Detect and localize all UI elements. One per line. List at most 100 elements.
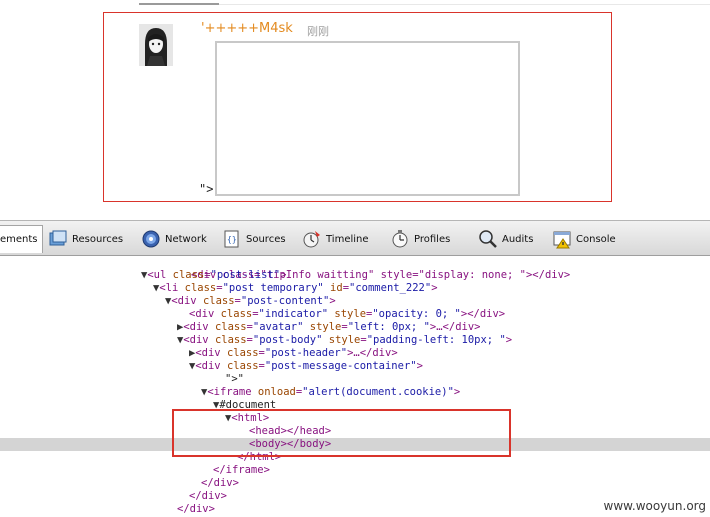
tab-audits[interactable]: Audits: [478, 228, 533, 250]
tree-node[interactable]: </iframe>: [0, 464, 710, 477]
node-tag: </div>: [201, 477, 239, 489]
node-tag: <li: [159, 282, 185, 294]
comment-time: 刚刚: [307, 25, 329, 38]
tree-node[interactable]: ▼<ul class="post-list">: [0, 269, 710, 282]
injected-iframe: [215, 41, 520, 196]
attr-value: "post-list": [210, 269, 281, 281]
resources-icon: [49, 230, 67, 246]
tab-sources[interactable]: {} Sources: [222, 228, 286, 250]
node-tag: </iframe>: [213, 464, 270, 476]
tree-node[interactable]: <div class="tipInfo waitting" style="dis…: [0, 257, 710, 281]
attr-name: style: [328, 308, 367, 320]
tab-resources[interactable]: Resources: [48, 228, 123, 250]
attr-value: "opacity: 0; ": [372, 308, 461, 320]
page-top-tab: [139, 3, 219, 5]
audits-icon: [479, 230, 497, 248]
attr-name: class: [226, 347, 259, 359]
attr-value: "left: 0px; ": [347, 321, 430, 333]
page-top-strip: [0, 0, 710, 6]
tree-node[interactable]: </div>: [0, 477, 710, 490]
comment-text-fragment: ">: [199, 182, 214, 196]
watermark: www.wooyun.org: [603, 499, 706, 513]
attr-name: style: [303, 321, 342, 333]
comment-preview-box: '+++++M4sk 刚刚 ">: [103, 12, 612, 202]
tab-console[interactable]: Console: [552, 228, 616, 250]
tab-label: Audits: [502, 233, 534, 245]
text-node: ">": [225, 373, 244, 385]
network-icon: [142, 230, 160, 248]
tree-node[interactable]: ▼<li class="post temporary" id="comment_…: [0, 282, 710, 295]
attr-value: "post-content": [240, 295, 330, 307]
node-tag-end: >: [416, 360, 423, 372]
node-tag: </div>: [177, 503, 215, 515]
node-tag-end: >: [505, 334, 513, 346]
tree-node[interactable]: ▼<div class="post-content">: [0, 295, 710, 308]
node-tag: <div: [195, 360, 227, 372]
node-tag-end: >: [329, 295, 336, 307]
node-tag: <div: [183, 321, 215, 333]
node-tag-end: ></div>: [460, 308, 506, 320]
tab-elements[interactable]: ements: [0, 225, 43, 253]
attr-value: "indicator": [258, 308, 329, 320]
node-tag-end: >: [280, 269, 287, 281]
attr-value: "post-message-container": [264, 360, 417, 372]
node-tag: <div: [171, 295, 203, 307]
tab-label: Profiles: [414, 233, 451, 245]
tab-profiles[interactable]: Profiles: [390, 228, 450, 250]
tree-node[interactable]: ▶<div class="post-header">…</div>: [0, 347, 710, 360]
tree-node[interactable]: ▼<div class="post-body" style="padding-l…: [0, 334, 710, 347]
tree-node[interactable]: ▶<div class="avatar" style="left: 0px; "…: [0, 321, 710, 334]
attr-name: class: [202, 295, 235, 307]
comment-author[interactable]: '+++++M4sk: [201, 21, 293, 36]
attr-value: "padding-left: 10px; ": [366, 334, 506, 346]
page-top-divider: [219, 4, 710, 5]
node-tag: </div>: [189, 490, 227, 502]
timeline-icon: [303, 231, 320, 248]
console-icon: [553, 231, 571, 249]
node-tag-end: >…</div>: [429, 321, 481, 333]
attr-name: class: [220, 308, 253, 320]
svg-text:{}: {}: [227, 235, 237, 244]
node-tag-end: >: [453, 386, 461, 398]
tab-label: ements: [0, 234, 38, 245]
avatar-image: [139, 24, 173, 66]
tab-timeline[interactable]: Timeline: [302, 228, 369, 250]
attr-name: class: [214, 321, 247, 333]
node-tag: <div: [183, 334, 215, 346]
attr-value: "post temporary": [222, 282, 324, 294]
avatar[interactable]: [139, 24, 173, 66]
attr-name: id: [323, 282, 343, 294]
tree-node[interactable]: ">": [0, 373, 710, 386]
devtools-toolbar: ements Resources Network {} Sources Time…: [0, 220, 710, 256]
node-tag: <iframe: [207, 386, 258, 398]
attr-value: "avatar": [252, 321, 304, 333]
tab-label: Sources: [246, 233, 286, 245]
attr-value: "alert(document.cookie)": [302, 386, 454, 398]
tab-label: Timeline: [326, 233, 369, 245]
attr-name: style: [322, 334, 361, 346]
highlight-box: [172, 409, 511, 457]
node-tag-end: >: [431, 282, 438, 294]
tree-node[interactable]: <div class="indicator" style="opacity: 0…: [0, 308, 710, 321]
tab-label: Console: [576, 233, 616, 245]
attr-value: "post-header": [264, 347, 348, 359]
devtools-panel: ements Resources Network {} Sources Time…: [0, 220, 710, 517]
tree-node[interactable]: ▼<iframe onload="alert(document.cookie)"…: [0, 386, 710, 399]
sources-icon: {}: [224, 230, 239, 248]
profiles-icon: [392, 230, 408, 248]
node-tag: <ul: [147, 269, 173, 281]
node-tag: <div: [189, 308, 221, 320]
attr-value: "comment_222": [349, 282, 432, 294]
tab-label: Network: [165, 233, 207, 245]
node-tag-end: >…</div>: [347, 347, 398, 359]
tree-node[interactable]: ▼<div class="post-message-container">: [0, 360, 710, 373]
node-tag: <div: [195, 347, 227, 359]
attr-value: "post-body": [252, 334, 323, 346]
tab-label: Resources: [72, 233, 124, 245]
attr-name: class: [226, 360, 259, 372]
tab-network[interactable]: Network: [141, 228, 207, 250]
attr-name: class: [172, 269, 205, 281]
attr-name: class: [184, 282, 217, 294]
attr-name: onload: [257, 386, 296, 398]
elements-tree: <div class="tipInfo waitting" style="dis…: [0, 257, 710, 517]
